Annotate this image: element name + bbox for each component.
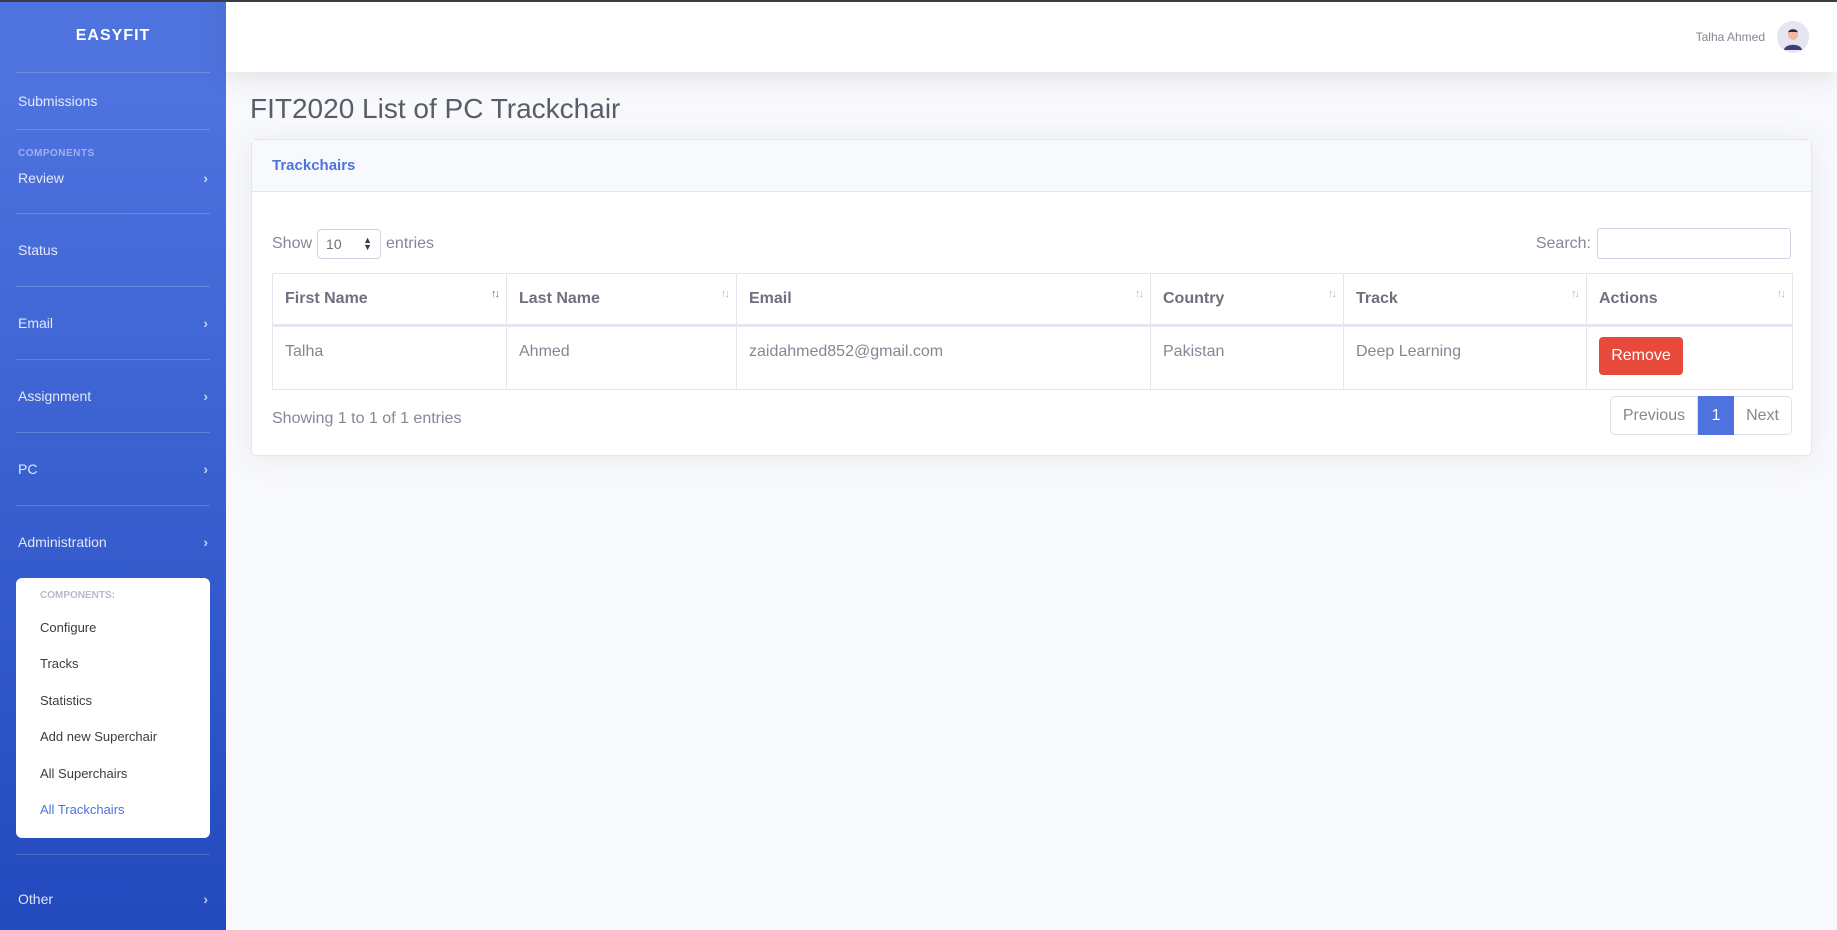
sidebar-item-review[interactable]: Review › bbox=[0, 159, 226, 197]
column-label: First Name bbox=[285, 290, 368, 307]
sort-icon: ↑↓ bbox=[1135, 288, 1144, 300]
sidebar-item-submissions[interactable]: Submissions bbox=[0, 73, 226, 129]
column-label: Email bbox=[749, 290, 792, 307]
top-border bbox=[0, 0, 1837, 2]
next-page-button[interactable]: Next bbox=[1734, 396, 1792, 435]
show-label: Show bbox=[272, 234, 313, 252]
column-header-track[interactable]: Track ↑↓ bbox=[1343, 273, 1587, 327]
submenu-heading: COMPONENTS: bbox=[40, 590, 115, 601]
sidebar-item-label: Assignment bbox=[18, 388, 92, 404]
chevron-right-icon: › bbox=[203, 461, 208, 477]
search-input[interactable] bbox=[1597, 228, 1791, 259]
cell-email: zaidahmed852@gmail.com bbox=[736, 325, 1151, 390]
sidebar-item-label: PC bbox=[18, 461, 38, 477]
sidebar-item-pc[interactable]: PC › bbox=[0, 433, 226, 505]
sidebar-item-label: Review bbox=[18, 170, 64, 186]
chevron-right-icon: › bbox=[203, 891, 208, 907]
submenu-item-all-superchairs[interactable]: All Superchairs bbox=[16, 755, 210, 792]
submenu-item-configure[interactable]: Configure bbox=[16, 609, 210, 646]
page-length-value: 10 bbox=[326, 235, 342, 252]
table-controls: Show 10 ▲ ▼ entries Search: bbox=[272, 228, 1791, 259]
brand-logo[interactable]: EASYFIT bbox=[0, 0, 226, 72]
column-header-country[interactable]: Country ↑↓ bbox=[1150, 273, 1344, 327]
column-header-last-name[interactable]: Last Name ↑↓ bbox=[506, 273, 737, 327]
column-label: Track bbox=[1356, 290, 1398, 307]
avatar[interactable] bbox=[1777, 21, 1809, 53]
previous-page-button[interactable]: Previous bbox=[1609, 396, 1699, 435]
table-header-row: First Name ↑↓ Last Name ↑↓ Email ↑↓ Country… bbox=[272, 273, 1793, 327]
remove-button[interactable]: Remove bbox=[1599, 337, 1683, 375]
sidebar-item-status[interactable]: Status bbox=[0, 214, 226, 286]
page-length-control: Show 10 ▲ ▼ entries bbox=[272, 228, 435, 259]
topbar: Talha Ahmed bbox=[226, 2, 1837, 72]
cell-track: Deep Learning bbox=[1343, 325, 1587, 390]
column-header-email[interactable]: Email ↑↓ bbox=[736, 273, 1151, 327]
cell-first-name: Talha bbox=[272, 325, 507, 390]
card-header: Trackchairs bbox=[252, 140, 1811, 192]
cell-country: Pakistan bbox=[1150, 325, 1344, 390]
sidebar-item-administration[interactable]: Administration › bbox=[0, 506, 226, 578]
sort-icon: ↑↓ bbox=[1777, 288, 1786, 300]
sidebar-item-assignment[interactable]: Assignment › bbox=[0, 360, 226, 432]
column-header-actions[interactable]: Actions ↑↓ bbox=[1586, 273, 1793, 327]
sidebar-item-email[interactable]: Email › bbox=[0, 287, 226, 359]
sort-icon: ↑↓ bbox=[721, 288, 730, 300]
sidebar-item-other[interactable]: Other › bbox=[0, 855, 226, 930]
user-name[interactable]: Talha Ahmed bbox=[1696, 30, 1765, 44]
sort-icon: ↑↓ bbox=[491, 288, 500, 300]
submenu-item-tracks[interactable]: Tracks bbox=[16, 646, 210, 683]
sidebar-heading: COMPONENTS bbox=[18, 148, 95, 159]
chevron-right-icon: › bbox=[203, 315, 208, 331]
select-arrows-icon: ▲ ▼ bbox=[363, 234, 373, 252]
sort-icon: ↑↓ bbox=[1571, 288, 1580, 300]
pagination: Previous 1 Next bbox=[1609, 396, 1792, 435]
search-label: Search: bbox=[1535, 234, 1591, 252]
submenu-item-add-superchair[interactable]: Add new Superchair bbox=[16, 719, 210, 756]
sidebar-item-label: Email bbox=[18, 315, 54, 331]
column-label: Actions bbox=[1599, 290, 1658, 307]
trackchairs-card: Trackchairs Show 10 ▲ ▼ entries Search: F… bbox=[251, 139, 1812, 456]
sidebar-item-label: Submissions bbox=[18, 93, 98, 109]
column-header-first-name[interactable]: First Name ↑↓ bbox=[272, 273, 507, 327]
column-label: Country bbox=[1163, 290, 1225, 307]
administration-submenu: COMPONENTS: Configure Tracks Statistics … bbox=[16, 578, 210, 838]
sidebar-item-label: Status bbox=[18, 242, 58, 258]
sidebar-item-label: Administration bbox=[18, 534, 107, 550]
search-control: Search: bbox=[1536, 228, 1791, 259]
user-avatar-icon bbox=[1777, 21, 1809, 53]
sort-icon: ↑↓ bbox=[1328, 288, 1337, 300]
column-label: Last Name bbox=[519, 290, 600, 307]
chevron-right-icon: › bbox=[203, 534, 208, 550]
submenu-item-statistics[interactable]: Statistics bbox=[16, 682, 210, 719]
cell-actions: Remove bbox=[1586, 325, 1793, 390]
entries-label: entries bbox=[386, 234, 435, 252]
table-info: Showing 1 to 1 of 1 entries bbox=[272, 410, 462, 427]
page-length-select[interactable]: 10 ▲ ▼ bbox=[317, 228, 382, 259]
sidebar: EASYFIT Submissions COMPONENTS Review › … bbox=[0, 0, 226, 930]
submenu-item-all-trackchairs[interactable]: All Trackchairs bbox=[16, 792, 210, 829]
chevron-right-icon: › bbox=[203, 170, 208, 186]
page-title: FIT2020 List of PC Trackchair bbox=[250, 93, 621, 124]
cell-last-name: Ahmed bbox=[506, 325, 737, 390]
page-1-button[interactable]: 1 bbox=[1698, 396, 1735, 435]
chevron-right-icon: › bbox=[203, 388, 208, 404]
sidebar-item-label: Other bbox=[18, 891, 54, 907]
trackchairs-table: First Name ↑↓ Last Name ↑↓ Email ↑↓ Country… bbox=[272, 273, 1793, 390]
table-row: Talha Ahmed zaidahmed852@gmail.com Pakis… bbox=[272, 325, 1793, 390]
